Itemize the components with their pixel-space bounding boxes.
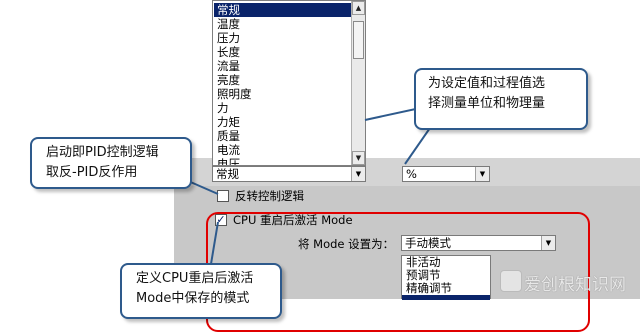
callout-cpu-line2: Mode中保存的模式 bbox=[136, 291, 250, 306]
watermark-logo-icon bbox=[500, 270, 522, 292]
callout-invert-line2: 取反-PID反作用 bbox=[46, 165, 138, 180]
callout-invert-line1: 启动即PID控制逻辑 bbox=[46, 145, 159, 160]
callout-cpu-line1: 定义CPU重启后激活 bbox=[136, 271, 254, 286]
callout-invert: 启动即PID控制逻辑 取反-PID反作用 bbox=[30, 137, 192, 189]
watermark-text: 爱创根知识网 bbox=[524, 275, 626, 295]
callout-cpu: 定义CPU重启后激活 Mode中保存的模式 bbox=[120, 263, 282, 319]
callout-units-line2: 择测量单位和物理量 bbox=[428, 96, 546, 111]
callout-units-line1: 为设定值和过程值选 bbox=[428, 76, 546, 91]
callout-units: 为设定值和过程值选 择测量单位和物理量 bbox=[414, 68, 588, 130]
